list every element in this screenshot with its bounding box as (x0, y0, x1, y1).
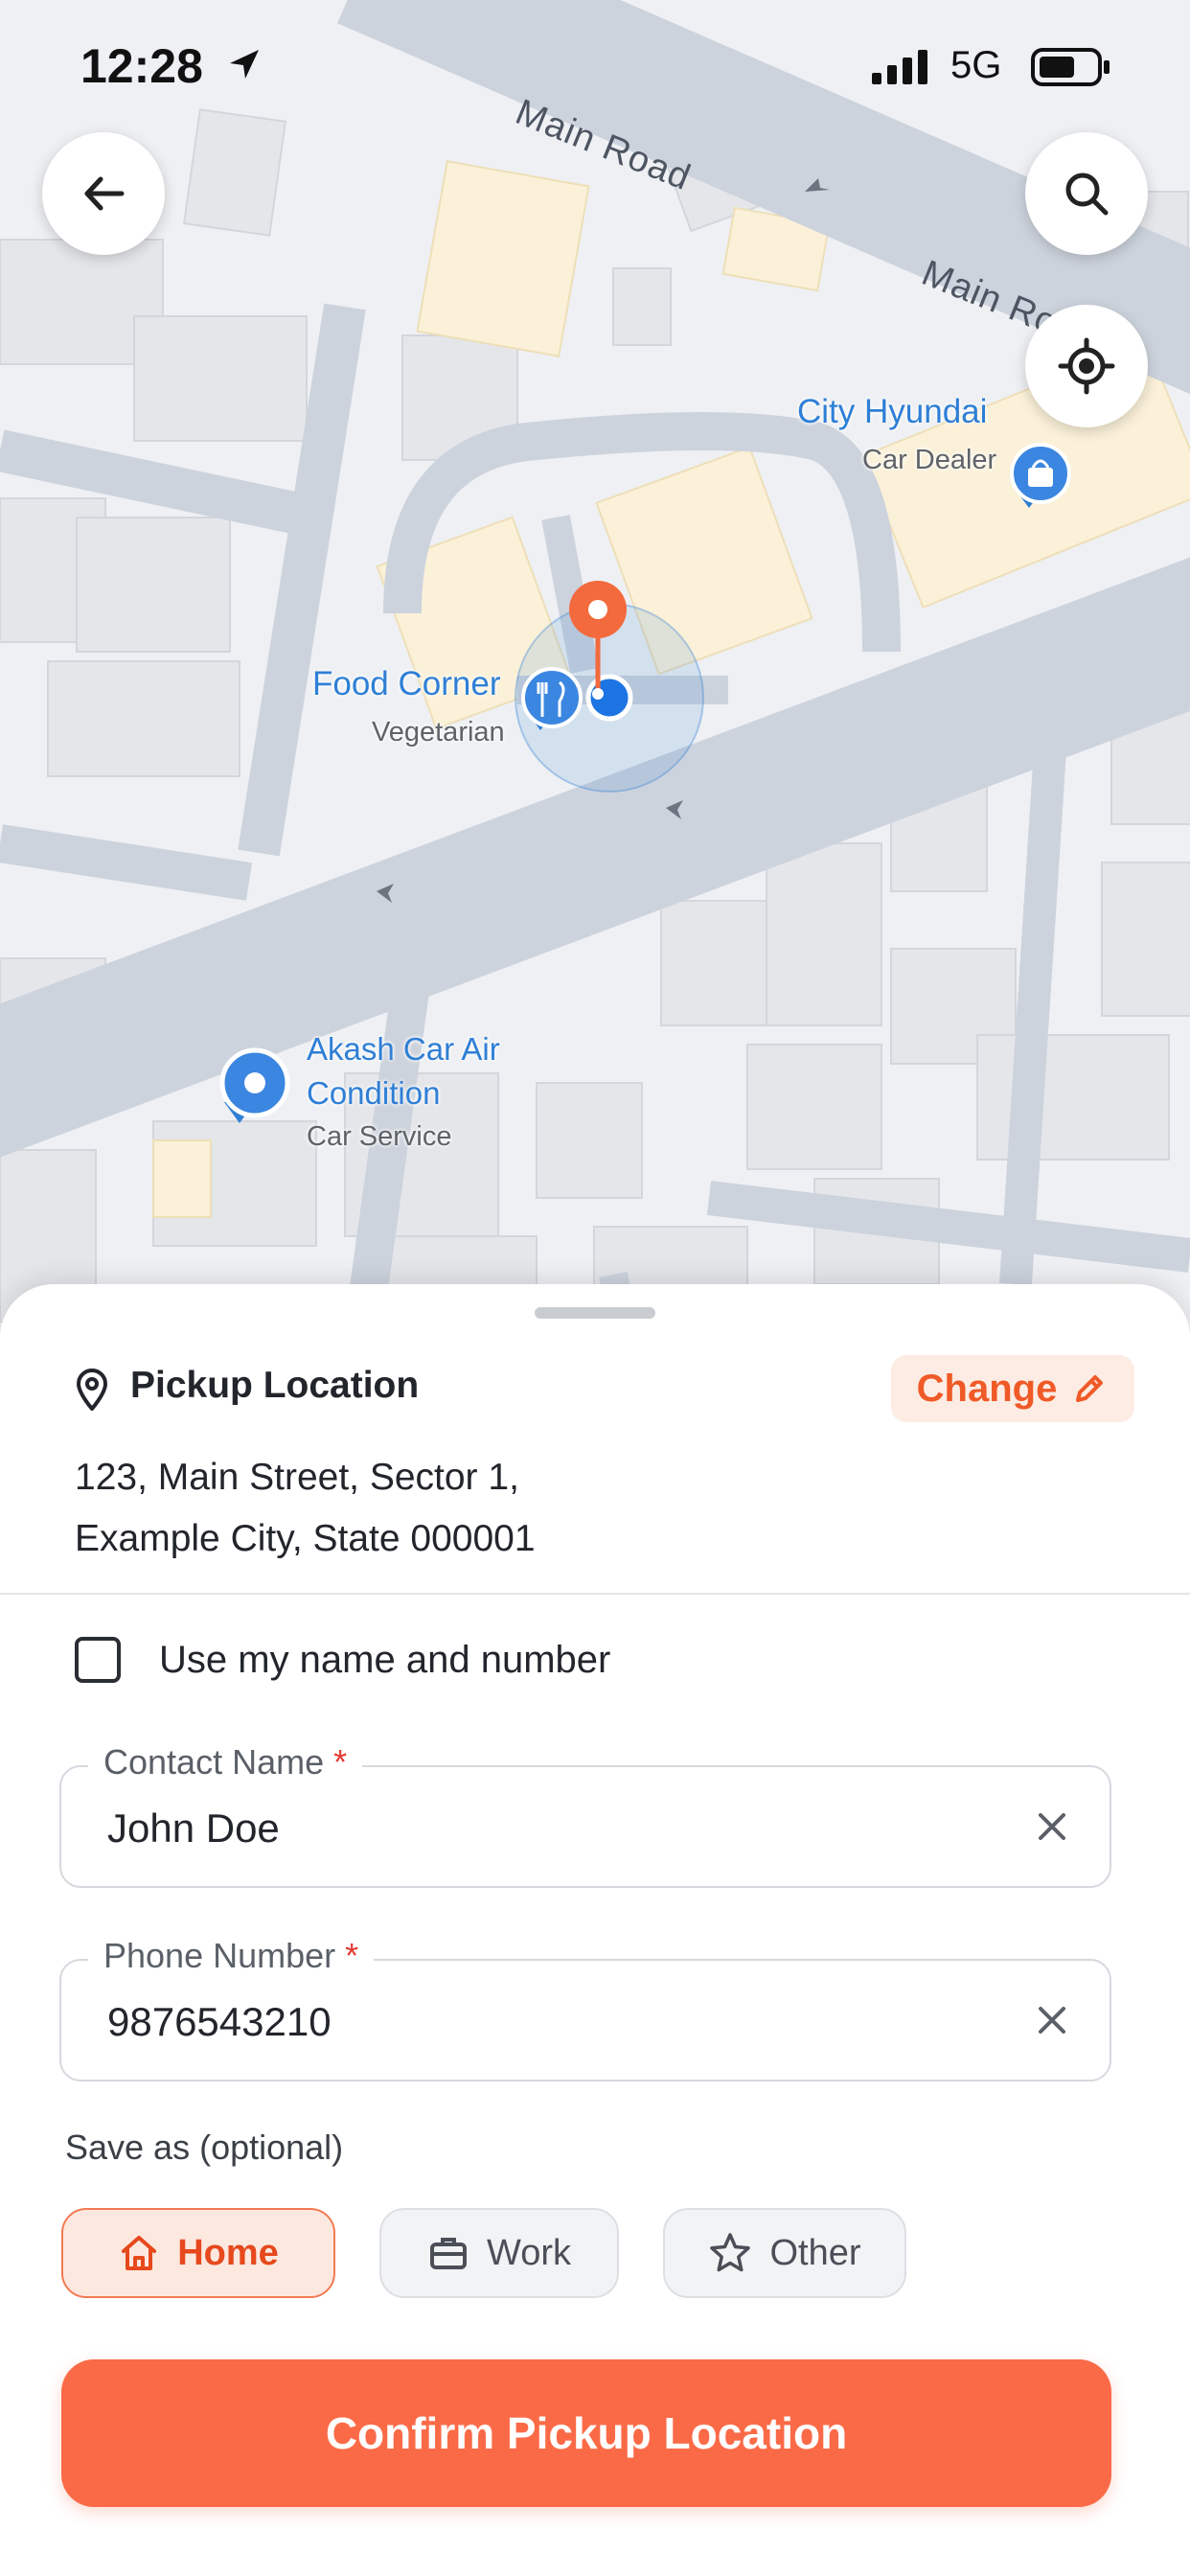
home-icon (122, 2236, 157, 2270)
my-location-button[interactable] (1025, 305, 1148, 427)
poi-akash-name[interactable]: Akash Car Air (307, 1031, 500, 1068)
status-bar: 12:28 5G (0, 0, 1190, 134)
contact-name-input[interactable]: John Doe (107, 1806, 280, 1852)
poi-city-hyundai-name[interactable]: City Hyundai (797, 393, 987, 431)
home-chip-label: Home (177, 2232, 279, 2273)
arrow-left-icon (84, 176, 125, 211)
search-button[interactable] (1025, 132, 1148, 255)
phone-number-input[interactable]: 9876543210 (107, 1999, 332, 2045)
back-button[interactable] (42, 132, 165, 255)
use-my-details-label[interactable]: Use my name and number (159, 1639, 610, 1682)
battery-icon (1031, 48, 1110, 86)
poi-food-corner-name[interactable]: Food Corner (312, 665, 500, 703)
status-time: 12:28 (80, 39, 203, 93)
address-line-1: 123, Main Street, Sector 1, (75, 1457, 519, 1498)
save-as-home-chip[interactable]: Home (61, 2208, 335, 2298)
search-icon (1065, 172, 1109, 216)
address-line-2: Example City, State 000001 (75, 1518, 536, 1559)
car-service-marker-icon[interactable] (219, 1047, 290, 1123)
poi-food-corner-category: Vegetarian (372, 717, 505, 748)
poi-akash-name-line2[interactable]: Condition (307, 1075, 440, 1112)
location-arrow-icon (230, 50, 259, 79)
poi-akash-category: Car Service (307, 1121, 452, 1152)
star-icon (710, 2233, 751, 2272)
network-type: 5G (950, 44, 1002, 86)
location-pin-icon (77, 1368, 107, 1411)
phone-number-field[interactable]: Phone Number * 9876543210 (59, 1936, 1111, 2082)
change-label: Change (916, 1367, 1058, 1410)
required-mark: * (333, 1742, 348, 1782)
contact-name-label: Contact Name * (88, 1742, 363, 1782)
work-chip-label: Work (487, 2232, 571, 2273)
map-canvas (0, 0, 1190, 1322)
save-as-work-chip[interactable]: Work (379, 2208, 619, 2298)
use-my-details-checkbox[interactable] (75, 1637, 121, 1683)
signal-icon (872, 50, 927, 84)
required-mark: * (345, 1936, 359, 1975)
drag-handle[interactable] (535, 1307, 655, 1319)
change-location-button[interactable]: Change (891, 1355, 1134, 1422)
contact-name-field[interactable]: Contact Name * John Doe (59, 1742, 1111, 1888)
save-as-label: Save as (optional) (65, 2128, 344, 2167)
clear-icon[interactable] (1033, 2001, 1071, 2039)
phone-number-label: Phone Number * (88, 1936, 375, 1976)
save-as-other-chip[interactable]: Other (663, 2208, 906, 2298)
map-view[interactable]: Main Road Main Ro City Hyundai Car Deale… (0, 0, 1190, 1322)
briefcase-icon (430, 2238, 468, 2269)
poi-city-hyundai-category: Car Dealer (862, 445, 997, 475)
pickup-address: 123, Main Street, Sector 1, Example City… (75, 1447, 536, 1570)
pickup-location-title: Pickup Location (130, 1365, 420, 1406)
pencil-icon (1076, 1375, 1104, 1402)
divider (0, 1593, 1190, 1595)
confirm-pickup-button[interactable]: Confirm Pickup Location (61, 2359, 1111, 2507)
clear-icon[interactable] (1033, 1807, 1071, 1846)
bottom-sheet: Pickup Location Change 123, Main Street,… (0, 1284, 1190, 2576)
crosshair-icon (1058, 337, 1115, 395)
other-chip-label: Other (769, 2232, 861, 2273)
